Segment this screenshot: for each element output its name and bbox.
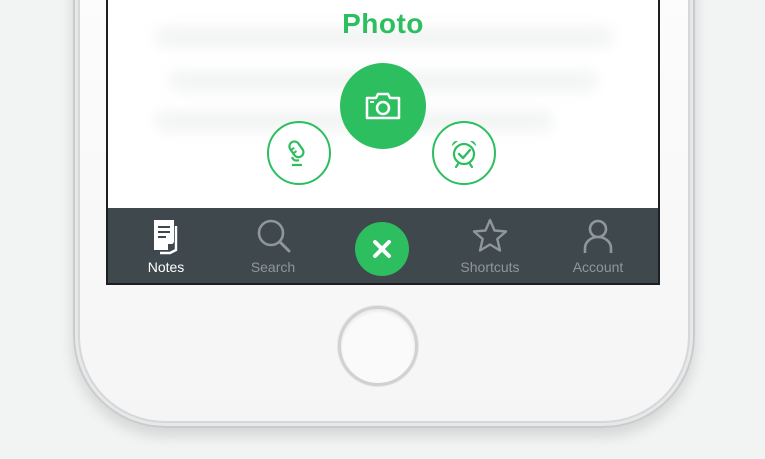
phone-screen: Photo Notes Search Shortcuts Account (106, 0, 660, 285)
tab-notes[interactable]: Notes (116, 208, 216, 283)
tab-shortcuts[interactable]: Shortcuts (440, 208, 540, 283)
search-icon (257, 219, 291, 253)
tab-search[interactable]: Search (223, 208, 323, 283)
audio-button[interactable] (267, 121, 331, 185)
camera-button[interactable] (340, 63, 426, 149)
microphone-icon (288, 140, 305, 167)
close-icon (373, 240, 391, 258)
tab-label: Account (572, 259, 624, 275)
home-button[interactable] (338, 306, 418, 386)
close-menu-button[interactable] (355, 222, 409, 276)
tab-label: Notes (147, 259, 185, 275)
reminder-button[interactable] (432, 121, 496, 185)
star-icon (472, 218, 508, 252)
active-action-label: Photo (342, 8, 424, 39)
tab-bar: Notes Search Shortcuts Account (108, 208, 658, 283)
notes-icon (154, 220, 178, 255)
tab-label: Shortcuts (460, 259, 520, 275)
person-icon (583, 219, 613, 253)
tab-account[interactable]: Account (548, 208, 648, 283)
tab-label: Search (250, 259, 296, 275)
alarm-clock-icon (451, 140, 477, 169)
camera-icon (365, 92, 401, 120)
